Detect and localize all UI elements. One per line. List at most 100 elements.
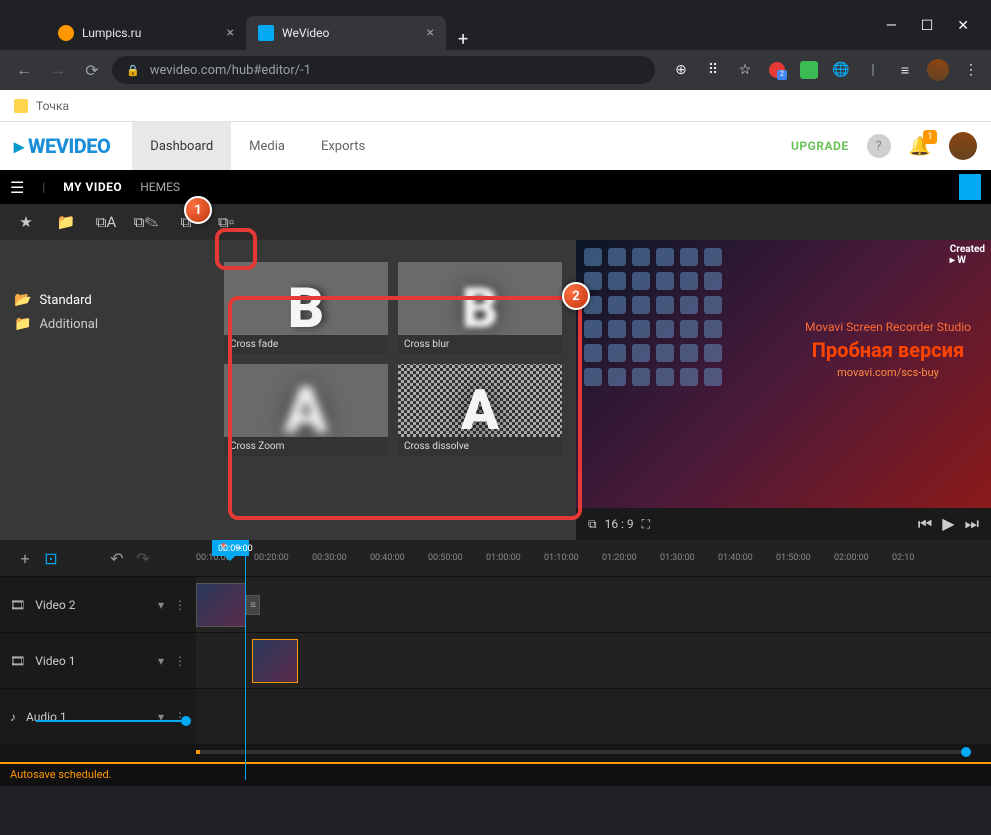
- overlay-tool-icon[interactable]: ⧉▫: [212, 208, 240, 236]
- preview-viewport[interactable]: Created▸ W Movavi Screen Recorder Studio…: [576, 240, 991, 508]
- edit-tool-icon[interactable]: ⧉✎: [132, 208, 160, 236]
- media-toolbar: ★ 📁 ⧉A ⧉✎ ⧉ ⧉▫: [0, 204, 991, 240]
- play-icon[interactable]: ▶: [942, 514, 954, 534]
- overlay-line2: Пробная версия: [805, 338, 971, 362]
- track-dropdown-icon[interactable]: ▾: [158, 654, 164, 668]
- lock-icon: 🔒: [126, 64, 140, 77]
- track-body[interactable]: [196, 689, 991, 744]
- ruler-tick: 01:40:00: [718, 553, 776, 563]
- video-icon: 🎞: [10, 654, 25, 668]
- forward-button[interactable]: →: [44, 60, 72, 80]
- ruler-tick: 01:10:00: [544, 553, 602, 563]
- aspect-icon[interactable]: ⧉: [588, 517, 597, 532]
- add-track-icon[interactable]: +: [12, 549, 38, 568]
- ruler-tick: 02:00:00: [834, 553, 892, 563]
- undo-icon[interactable]: ↶: [104, 549, 130, 568]
- track-body[interactable]: [196, 633, 991, 688]
- transition-label: Cross Zoom: [224, 437, 388, 456]
- bookmark-favicon-icon: [14, 99, 28, 113]
- maximize-button[interactable]: ☐: [921, 18, 934, 34]
- folder-list: 📂 Standard 📁 Additional: [0, 240, 210, 540]
- snap-icon[interactable]: ⊡: [38, 549, 64, 568]
- bookmark-link[interactable]: Точка: [36, 99, 69, 113]
- titlebar: [0, 0, 991, 10]
- prev-frame-icon[interactable]: ⏮: [918, 514, 932, 534]
- zoom-bar: [0, 744, 991, 762]
- nav-exports[interactable]: Exports: [303, 122, 383, 170]
- favicon-icon: [258, 25, 274, 41]
- upgrade-link[interactable]: UPGRADE: [791, 139, 849, 153]
- timeline-clip[interactable]: [196, 583, 246, 627]
- track-audio1: ♪ Audio 1 ▾ ⋮: [0, 688, 991, 744]
- transition-crossdissolve[interactable]: A Cross dissolve: [398, 364, 562, 456]
- transition-crosszoom[interactable]: A Cross Zoom: [224, 364, 388, 456]
- header-nav: Dashboard Media Exports: [132, 122, 383, 170]
- back-button[interactable]: ←: [10, 60, 38, 80]
- folder-tool-icon[interactable]: 📁: [52, 208, 80, 236]
- globe-icon[interactable]: 🌐: [831, 60, 851, 80]
- hamburger-icon[interactable]: ☰: [10, 178, 24, 197]
- aspect-ratio[interactable]: 16 : 9: [605, 517, 634, 531]
- new-tab-button[interactable]: +: [446, 29, 480, 50]
- star-icon[interactable]: ☆: [735, 60, 755, 80]
- reading-list-icon[interactable]: ≡: [895, 60, 915, 80]
- nav-media[interactable]: Media: [231, 122, 303, 170]
- tab-label: WeVideo: [282, 26, 329, 40]
- timeline-clip[interactable]: [252, 639, 298, 683]
- transition-indicator[interactable]: ≡: [246, 595, 260, 615]
- zoom-icon[interactable]: ⊕: [671, 60, 691, 80]
- translate-icon[interactable]: ⠿: [703, 60, 723, 80]
- playhead-line[interactable]: [245, 550, 246, 780]
- project-title[interactable]: MY VIDEO: [63, 180, 122, 194]
- redo-icon[interactable]: ↷: [130, 549, 156, 568]
- tab-close-icon[interactable]: ×: [427, 25, 434, 41]
- track-video1: 🎞 Video 1 ▾ ⋮: [0, 632, 991, 688]
- track-label: Video 1: [35, 654, 148, 668]
- text-tool-icon[interactable]: ⧉A: [92, 208, 120, 236]
- track-menu-icon[interactable]: ⋮: [174, 654, 186, 668]
- playhead-marker[interactable]: 📍 ✂ 00:09:00: [212, 540, 249, 556]
- track-dropdown-icon[interactable]: ▾: [158, 598, 164, 612]
- transition-label: Cross dissolve: [398, 437, 562, 456]
- overlay-line3: movavi.com/scs-buy: [805, 366, 971, 379]
- menu-icon[interactable]: ⋮: [961, 60, 981, 80]
- ruler-tick: 01:30:00: [660, 553, 718, 563]
- zoom-handle[interactable]: [961, 747, 971, 757]
- app-icon[interactable]: [799, 60, 819, 80]
- folder-additional[interactable]: 📁 Additional: [14, 312, 196, 336]
- action-button[interactable]: [959, 174, 981, 200]
- folder-icon: 📂: [14, 292, 31, 308]
- url-input[interactable]: 🔒 wevideo.com/hub#editor/-1: [112, 56, 655, 84]
- app-avatar[interactable]: [949, 132, 977, 160]
- transitions-grid: B Cross fade B Cross blur A Cross Zoom A…: [210, 240, 576, 540]
- tab-label: Lumpics.ru: [82, 26, 141, 40]
- video-icon: 🎞: [10, 598, 25, 612]
- transition-crossblur[interactable]: B Cross blur: [398, 262, 562, 354]
- tab-wevideo[interactable]: WeVideo ×: [246, 16, 446, 50]
- folder-standard[interactable]: 📂 Standard: [14, 288, 196, 312]
- track-menu-icon[interactable]: ⋮: [174, 598, 186, 612]
- next-frame-icon[interactable]: ⏭: [965, 514, 979, 534]
- playhead-time: 00:09:00: [218, 544, 253, 554]
- folder-label: Additional: [39, 317, 98, 332]
- help-icon[interactable]: ?: [867, 134, 891, 158]
- transition-crossfade[interactable]: B Cross fade: [224, 262, 388, 354]
- minimize-button[interactable]: —: [886, 18, 897, 34]
- ruler-tick: 00:50:00: [428, 553, 486, 563]
- notifications-icon[interactable]: 🔔1: [909, 136, 931, 157]
- close-button[interactable]: ✕: [957, 18, 969, 34]
- tab-close-icon[interactable]: ×: [227, 25, 234, 41]
- reload-button[interactable]: ⟳: [78, 61, 106, 80]
- expand-icon[interactable]: ⛶: [642, 517, 650, 532]
- zoom-slider[interactable]: [196, 750, 971, 754]
- profile-avatar[interactable]: [927, 59, 949, 81]
- wevideo-logo[interactable]: ▸ WEVIDEO: [14, 134, 110, 158]
- timeline-ruler[interactable]: + ⊡ ↶ ↷ 📍 ✂ 00:09:00 00:10:0000:20:0000:…: [0, 540, 991, 576]
- star-tool-icon[interactable]: ★: [12, 208, 40, 236]
- volume-slider[interactable]: [36, 720, 186, 722]
- ruler-tick: 01:20:00: [602, 553, 660, 563]
- extension-icon[interactable]: 2: [767, 60, 787, 80]
- track-body[interactable]: ≡: [196, 577, 991, 632]
- tab-lumpics[interactable]: Lumpics.ru ×: [46, 16, 246, 50]
- nav-dashboard[interactable]: Dashboard: [132, 122, 231, 170]
